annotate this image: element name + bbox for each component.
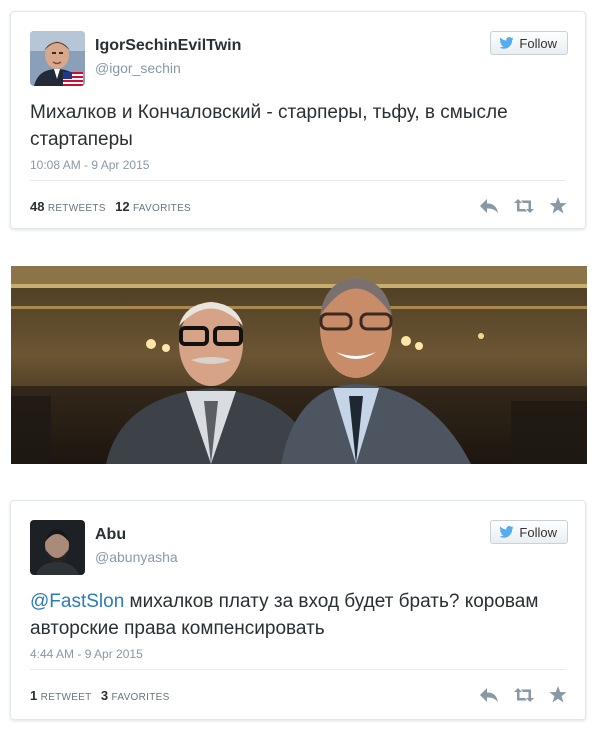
tweet-card: Abu @abunyasha Follow @FastSlon михалков… (10, 500, 586, 720)
avatar[interactable] (30, 520, 85, 575)
embedded-photo (11, 266, 587, 464)
retweet-icon[interactable] (513, 198, 535, 214)
bird-icon (499, 526, 515, 538)
star-icon[interactable] (549, 197, 567, 214)
tweet-stats: 48 RETWEETS 12 FAVORITES (30, 199, 197, 214)
user-name[interactable]: Abu (95, 526, 126, 544)
avatar[interactable] (30, 31, 85, 86)
tweet-card: IgorSechinEvilTwin @igor_sechin Follow М… (10, 11, 586, 229)
retweet-count[interactable]: 48 (30, 199, 44, 214)
tweet-stats: 1 RETWEET 3 FAVORITES (30, 688, 176, 703)
reply-icon[interactable] (479, 687, 499, 703)
tweet-body: Михалков и Кончаловский - старперы, тьфу… (30, 102, 508, 150)
user-handle[interactable]: @igor_sechin (95, 60, 181, 76)
tweet-text: Михалков и Кончаловский - старперы, тьфу… (30, 99, 565, 153)
follow-button[interactable]: Follow (490, 520, 568, 544)
tweet-text: @FastSlon михалков плату за вход будет б… (30, 588, 565, 642)
tweet-actions (479, 197, 567, 214)
star-icon[interactable] (549, 686, 567, 703)
favorite-count[interactable]: 3 (101, 688, 108, 703)
divider (30, 180, 566, 181)
mention-link[interactable]: @FastSlon (30, 591, 124, 612)
retweet-icon[interactable] (513, 687, 535, 703)
user-handle[interactable]: @abunyasha (95, 549, 178, 565)
follow-label: Follow (519, 35, 557, 51)
favorite-count[interactable]: 12 (115, 199, 129, 214)
tweet-actions (479, 686, 567, 703)
retweet-label: RETWEET (40, 692, 92, 703)
follow-button[interactable]: Follow (490, 31, 568, 55)
divider (30, 669, 566, 670)
favorite-label: FAVORITES (111, 692, 170, 703)
bird-icon (499, 37, 515, 49)
timestamp[interactable]: 10:08 AM - 9 Apr 2015 (30, 158, 149, 172)
retweet-label: RETWEETS (47, 203, 106, 214)
favorite-label: FAVORITES (132, 203, 192, 214)
user-name[interactable]: IgorSechinEvilTwin (95, 37, 241, 55)
reply-icon[interactable] (479, 198, 499, 214)
follow-label: Follow (519, 524, 557, 540)
timestamp[interactable]: 4:44 AM - 9 Apr 2015 (30, 647, 143, 661)
retweet-count[interactable]: 1 (30, 688, 37, 703)
